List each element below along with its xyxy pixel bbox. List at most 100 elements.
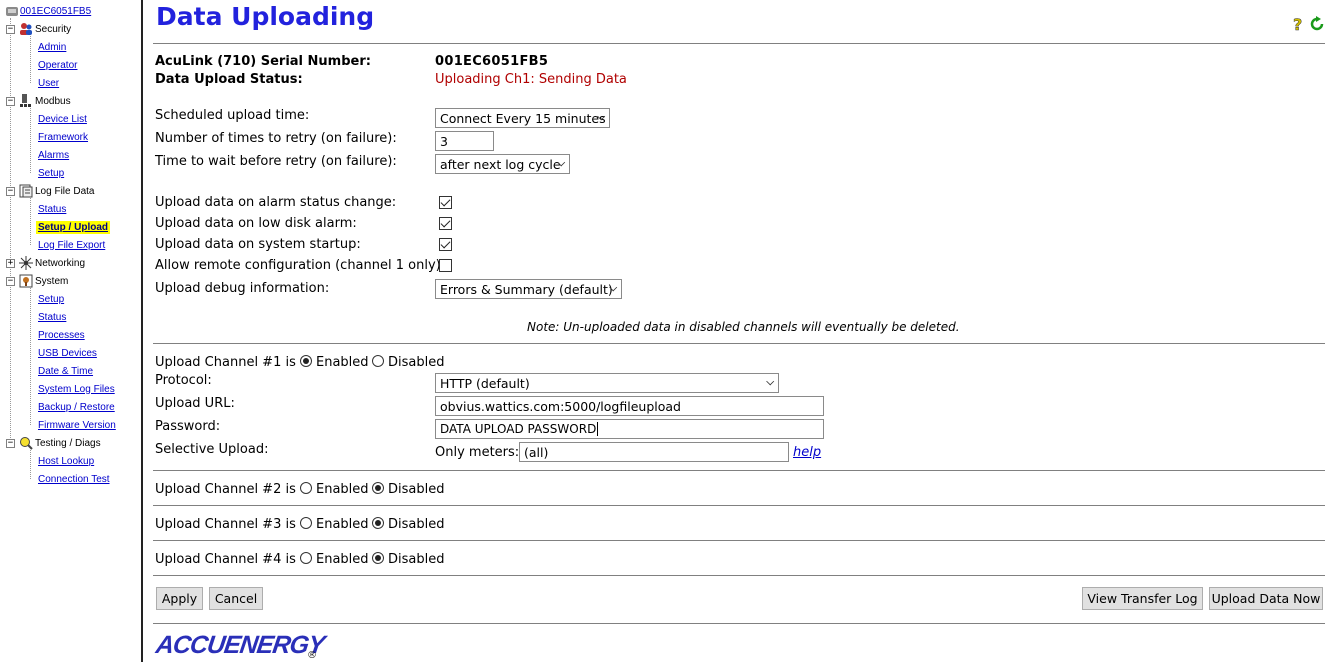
channel-2-enabled-radio[interactable] — [300, 482, 312, 494]
cancel-button[interactable]: Cancel — [209, 587, 263, 610]
remote-config-checkbox[interactable] — [439, 259, 452, 272]
channel-1-enabled-label[interactable]: Enabled — [316, 355, 369, 370]
channel-3-enabled-radio[interactable] — [300, 517, 312, 529]
sidebar-divider[interactable] — [141, 0, 143, 662]
sidebar-item-log-file-export[interactable]: Log File Export — [38, 238, 105, 252]
apply-button[interactable]: Apply — [156, 587, 203, 610]
collapse-icon[interactable]: − — [6, 186, 15, 196]
sidebar-link[interactable]: Alarms — [38, 150, 69, 161]
upload-on-alarm-checkbox[interactable] — [439, 196, 452, 209]
sidebar-item-admin[interactable]: Admin — [38, 40, 66, 54]
channel-1-disabled-radio[interactable] — [372, 355, 384, 367]
refresh-icon[interactable] — [1309, 16, 1325, 36]
sidebar-item-backup-restore[interactable]: Backup / Restore — [38, 400, 115, 414]
channel-1-enabled-radio[interactable] — [300, 355, 312, 367]
remote-config-label: Allow remote configuration (channel 1 on… — [155, 258, 446, 273]
sidebar-link[interactable]: Processes — [38, 330, 85, 341]
tree-root-link[interactable]: 001EC6051FB5 — [20, 6, 91, 17]
debug-info-select[interactable]: Errors & Summary (default) — [435, 279, 622, 299]
channel-2-disabled-radio[interactable] — [372, 482, 384, 494]
help-link[interactable]: help — [793, 445, 821, 460]
tree-group-security[interactable]: − Security — [6, 21, 71, 37]
sidebar-item-system-setup[interactable]: Setup — [38, 292, 64, 306]
collapse-icon[interactable]: − — [6, 24, 15, 34]
sidebar-link[interactable]: Framework — [38, 132, 88, 143]
sidebar-link[interactable]: USB Devices — [38, 348, 97, 359]
tree-group-label: Security — [35, 23, 72, 35]
sidebar-link[interactable]: Status — [38, 312, 66, 323]
retry-count-input[interactable]: 3 — [435, 131, 494, 151]
channel-3-enabled-label[interactable]: Enabled — [316, 517, 369, 532]
sidebar-link[interactable]: Date & Time — [38, 366, 93, 377]
channel-3-disabled-radio[interactable] — [372, 517, 384, 529]
channel-4-label: Upload Channel #4 is — [155, 552, 296, 567]
only-meters-input[interactable]: (all) — [519, 442, 789, 462]
upload-status-label: Data Upload Status: — [155, 72, 303, 87]
sidebar-link[interactable]: Device List — [38, 114, 87, 125]
sidebar-link[interactable]: Setup — [38, 168, 64, 179]
upload-time-select[interactable]: Connect Every 15 minutes — [435, 108, 610, 128]
sidebar-link[interactable]: Backup / Restore — [38, 402, 115, 413]
sidebar-link[interactable]: Firmware Version — [38, 420, 116, 431]
upload-data-now-button[interactable]: Upload Data Now — [1209, 587, 1323, 610]
sidebar-item-system-log-files[interactable]: System Log Files — [38, 382, 115, 396]
sidebar-link[interactable]: Admin — [38, 42, 66, 53]
tree-root-device[interactable]: 001EC6051FB5 — [6, 4, 91, 18]
sidebar-link[interactable]: User — [38, 78, 59, 89]
upload-url-input[interactable]: obvius.wattics.com:5000/logfileupload — [435, 396, 824, 416]
collapse-icon[interactable]: − — [6, 438, 15, 448]
sidebar-item-log-status[interactable]: Status — [38, 202, 66, 216]
sidebar-item-usb-devices[interactable]: USB Devices — [38, 346, 97, 360]
sidebar-link[interactable]: Status — [38, 204, 66, 215]
tree-group-testing-diags[interactable]: − Testing / Diags — [6, 435, 101, 451]
collapse-icon[interactable]: − — [6, 96, 15, 106]
sidebar-item-firmware-version[interactable]: Firmware Version — [38, 418, 116, 432]
retry-wait-label: Time to wait before retry (on failure): — [155, 154, 397, 169]
view-transfer-log-button[interactable]: View Transfer Log — [1082, 587, 1203, 610]
upload-on-startup-checkbox[interactable] — [439, 238, 452, 251]
sidebar-item-device-list[interactable]: Device List — [38, 112, 87, 126]
svg-text:?: ? — [1293, 16, 1302, 32]
sidebar-item-user[interactable]: User — [38, 76, 59, 90]
channel-1-disabled-label[interactable]: Disabled — [388, 355, 444, 370]
tree-group-log-file-data[interactable]: − Log File Data — [6, 183, 94, 199]
channel-4-disabled-label[interactable]: Disabled — [388, 552, 444, 567]
protocol-select[interactable]: HTTP (default) — [435, 373, 779, 393]
tree-group-modbus[interactable]: − Modbus — [6, 93, 71, 109]
tree-group-system[interactable]: − System — [6, 273, 68, 289]
modbus-icon — [19, 94, 33, 108]
upload-on-low-disk-checkbox[interactable] — [439, 217, 452, 230]
sidebar-item-operator[interactable]: Operator — [38, 58, 77, 72]
password-input[interactable]: DATA UPLOAD PASSWORD — [435, 419, 824, 439]
channel-2-enabled-label[interactable]: Enabled — [316, 482, 369, 497]
sidebar-item-system-status[interactable]: Status — [38, 310, 66, 324]
sidebar-link[interactable]: Operator — [38, 60, 77, 71]
sidebar-item-setup-upload[interactable]: Setup / Upload — [36, 220, 110, 234]
sidebar-link[interactable]: Log File Export — [38, 240, 105, 251]
tree-group-networking[interactable]: + Networking — [6, 255, 85, 271]
sidebar-item-processes[interactable]: Processes — [38, 328, 85, 342]
sidebar-item-alarms[interactable]: Alarms — [38, 148, 69, 162]
sidebar-item-framework[interactable]: Framework — [38, 130, 88, 144]
sidebar-link-selected[interactable]: Setup / Upload — [36, 220, 110, 234]
sidebar-item-host-lookup[interactable]: Host Lookup — [38, 454, 94, 468]
sidebar-item-date-time[interactable]: Date & Time — [38, 364, 93, 378]
help-link-wrap: help — [793, 445, 821, 460]
sidebar-link[interactable]: Host Lookup — [38, 456, 94, 467]
sidebar-link[interactable]: Connection Test — [38, 474, 110, 485]
collapse-icon[interactable]: − — [6, 276, 15, 286]
sidebar-item-connection-test[interactable]: Connection Test — [38, 472, 110, 486]
channel-4-disabled-radio[interactable] — [372, 552, 384, 564]
channel-4-enabled-radio[interactable] — [300, 552, 312, 564]
sidebar-item-modbus-setup[interactable]: Setup — [38, 166, 64, 180]
expand-icon[interactable]: + — [6, 258, 15, 268]
channel-2-disabled-label[interactable]: Disabled — [388, 482, 444, 497]
help-icon[interactable]: ? — [1292, 15, 1306, 36]
sidebar-link[interactable]: System Log Files — [38, 384, 115, 395]
retry-wait-select[interactable]: after next log cycle — [435, 154, 570, 174]
sidebar-link[interactable]: Setup — [38, 294, 64, 305]
channel-4-enabled-label[interactable]: Enabled — [316, 552, 369, 567]
only-meters-label: Only meters: — [435, 445, 520, 460]
channel-3-disabled-label[interactable]: Disabled — [388, 517, 444, 532]
retry-count-label: Number of times to retry (on failure): — [155, 131, 397, 146]
